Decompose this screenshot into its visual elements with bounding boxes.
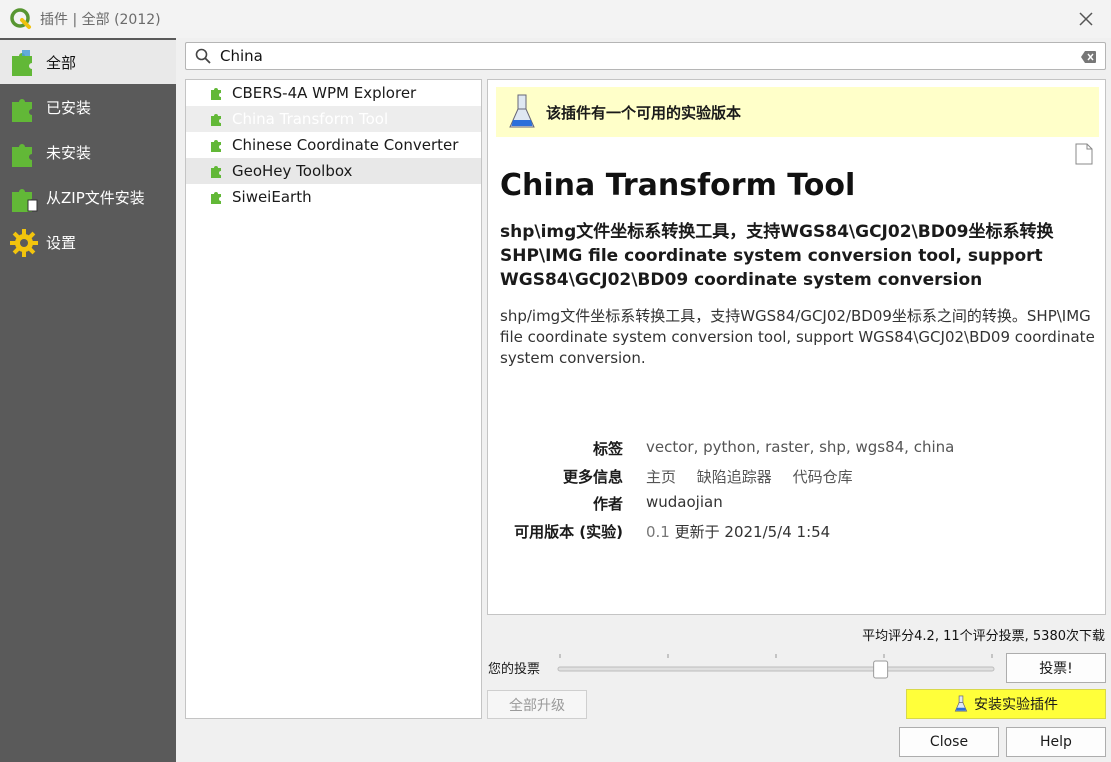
available-version-label: 可用版本 (实验)	[514, 523, 623, 541]
plugin-list-item[interactable]: SiweiEarth	[186, 184, 481, 210]
puzzle-icon	[12, 98, 32, 122]
plugin-list: CBERS-4A WPM Explorer China Transform To…	[185, 79, 482, 719]
puzzle-icon	[12, 143, 32, 167]
gear-icon	[10, 228, 38, 257]
tags-value: vector, python, raster, shp, wgs84, chin…	[646, 438, 955, 456]
plugin-name: Chinese Coordinate Converter	[232, 136, 459, 154]
puzzle-icon	[211, 192, 221, 204]
plugin-details-panel: 该插件有一个可用的实验版本 China Transform Tool shp\i…	[487, 79, 1106, 615]
document-icon[interactable]	[1075, 143, 1093, 165]
search-icon	[195, 48, 211, 64]
plugin-list-item[interactable]: CBERS-4A WPM Explorer	[186, 80, 481, 106]
your-vote-label: 您的投票	[488, 662, 541, 677]
plugin-summary: shp\img文件坐标系转换工具，支持WGS84\GCJ02\BD09坐标系转换…	[500, 222, 1054, 290]
slider-ticks	[559, 654, 993, 658]
clear-search-icon[interactable]	[1081, 49, 1097, 65]
close-window-icon[interactable]	[1075, 8, 1097, 30]
puzzle-icon	[211, 114, 221, 126]
plugin-name: CBERS-4A WPM Explorer	[232, 84, 417, 102]
homepage-link[interactable]: 主页	[646, 468, 676, 486]
available-version-value: 0.1 更新于 2021/5/4 1:54	[646, 521, 830, 542]
plugin-name: GeoHey Toolbox	[232, 162, 353, 180]
experimental-banner: 该插件有一个可用的实验版本	[496, 87, 1099, 137]
install-experimental-button[interactable]: 安装实验插件	[906, 689, 1106, 719]
plugin-name: China Transform Tool	[232, 110, 389, 128]
vote-button[interactable]: 投票!	[1006, 653, 1106, 683]
bug-tracker-link[interactable]: 缺陷追踪器	[697, 468, 772, 486]
puzzle-zip-icon	[12, 188, 38, 212]
experimental-banner-text: 该插件有一个可用的实验版本	[546, 103, 742, 122]
sidebar: 全部 已安装 未安装 从ZIP文件安装 设置	[0, 38, 176, 762]
puzzle-icon	[211, 166, 221, 178]
sidebar-item-label: 全部	[46, 53, 77, 72]
flask-icon	[954, 695, 968, 712]
sidebar-item-install-from-zip[interactable]: 从ZIP文件安装	[0, 175, 176, 220]
version-updated: 更新于 2021/5/4 1:54	[674, 523, 831, 541]
author-label: 作者	[592, 495, 623, 513]
sidebar-item-not-installed[interactable]: 未安装	[0, 130, 176, 175]
author-value: wudaojian	[646, 493, 723, 511]
puzzle-icon	[12, 50, 32, 76]
plugin-list-item-selected[interactable]: China Transform Tool	[186, 106, 481, 132]
sidebar-item-settings[interactable]: 设置	[0, 220, 176, 265]
puzzle-icon	[211, 88, 221, 100]
rating-summary: 平均评分4.2, 11个评分投票, 5380次下载	[862, 629, 1105, 644]
more-info-links: 主页 缺陷追踪器 代码仓库	[646, 466, 869, 487]
close-button[interactable]: Close	[899, 727, 999, 757]
more-info-label: 更多信息	[562, 468, 623, 486]
code-repository-link[interactable]: 代码仓库	[793, 468, 853, 486]
sidebar-item-label: 未安装	[46, 144, 92, 162]
puzzle-icon	[211, 140, 221, 152]
sidebar-item-label: 从ZIP文件安装	[46, 189, 145, 207]
plugin-title: China Transform Tool	[500, 168, 856, 203]
vote-slider[interactable]	[556, 652, 996, 680]
plugin-name: SiweiEarth	[232, 188, 312, 206]
plugin-description: shp/img文件坐标系转换工具，支持WGS84/GCJ02/BD09坐标系之间…	[500, 307, 1095, 367]
tags-label: 标签	[592, 440, 623, 458]
install-experimental-label: 安装实验插件	[974, 697, 1058, 713]
search-box	[185, 42, 1106, 70]
help-button[interactable]: Help	[1006, 727, 1106, 757]
sidebar-item-label: 已安装	[46, 99, 92, 117]
plugin-list-item[interactable]: Chinese Coordinate Converter	[186, 132, 481, 158]
plugin-list-item[interactable]: GeoHey Toolbox	[186, 158, 481, 184]
qgis-logo-icon	[10, 8, 31, 29]
window-title: 插件 | 全部 (2012)	[40, 12, 161, 28]
sidebar-item-installed[interactable]: 已安装	[0, 85, 176, 130]
title-bar: 插件 | 全部 (2012)	[0, 0, 1111, 38]
version-number: 0.1	[646, 523, 670, 541]
slider-handle[interactable]	[873, 660, 889, 679]
sidebar-item-all[interactable]: 全部	[0, 40, 176, 84]
upgrade-all-button[interactable]: 全部升级	[487, 690, 587, 719]
flask-icon	[509, 94, 535, 128]
sidebar-item-label: 设置	[46, 234, 77, 252]
search-input[interactable]	[220, 47, 1060, 65]
